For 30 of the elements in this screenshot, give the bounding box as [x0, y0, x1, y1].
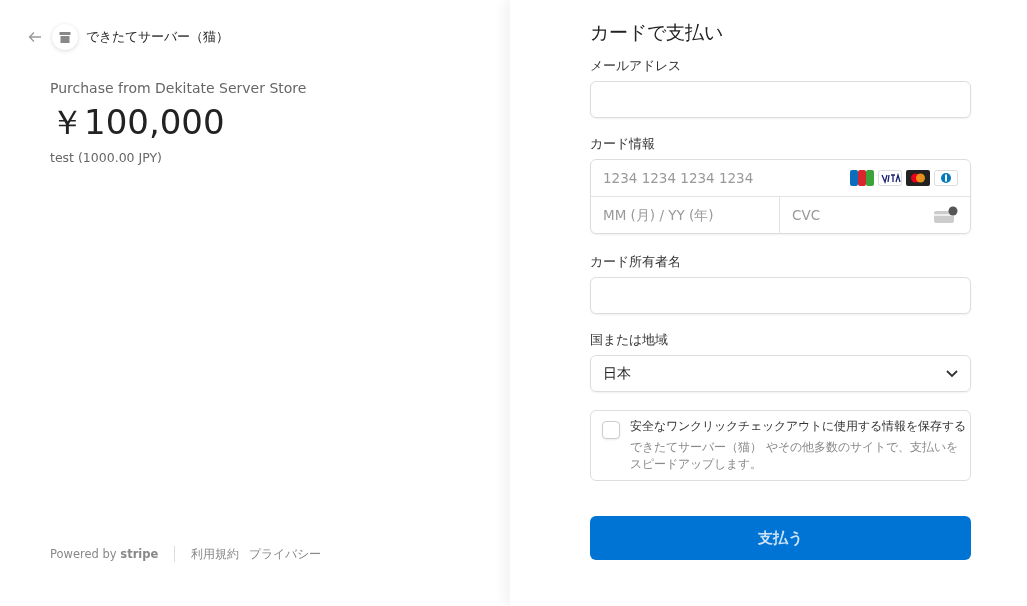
cvc-card-icon [934, 206, 958, 224]
card-logo-icon [878, 170, 902, 186]
field-label: カード所有者名 [590, 254, 682, 271]
country-select[interactable]: 日本 [590, 355, 971, 392]
product-detail: test (1000.00 JPY) [50, 150, 163, 165]
cvc-field[interactable]: CVC [792, 207, 934, 223]
email-field[interactable] [590, 81, 971, 118]
field-label: メールアドレス [590, 58, 682, 75]
save-info-label: 安全なワンクリックチェックアウトに使用する情報を保存する [630, 419, 966, 434]
cardholder-field[interactable] [590, 277, 971, 314]
save-info-description: できたてサーバー（猫） やその他多数のサイトで、支払いをスピードアップします。 [630, 439, 959, 473]
merchant-name: できたてサーバー（猫） [86, 28, 229, 46]
powered-by-text[interactable]: Powered by stripe [50, 547, 159, 561]
purchase-title: Purchase from Dekitate Server Store [50, 80, 308, 96]
card-logo-icon [934, 170, 958, 186]
back-arrow-icon[interactable] [28, 31, 42, 43]
expiry-field[interactable]: MM (月) / YY (年) [591, 197, 780, 233]
field-label: 国または地域 [590, 332, 669, 349]
card-number-field[interactable]: 1234 1234 1234 1234 [603, 170, 850, 186]
amount: ￥100,000 [50, 101, 226, 144]
field-label: カード情報 [590, 136, 656, 153]
store-icon [52, 24, 78, 50]
pay-button[interactable]: 支払う [590, 516, 971, 561]
chevron-down-icon [946, 369, 958, 378]
card-logo-icon [906, 170, 930, 186]
footer-link[interactable]: プライバシー [249, 546, 322, 562]
form-title: カードで支払い [590, 20, 724, 45]
footer-link[interactable]: 利用規約 [191, 546, 240, 562]
card-logo-icon [850, 170, 874, 186]
checkbox[interactable] [602, 421, 620, 439]
